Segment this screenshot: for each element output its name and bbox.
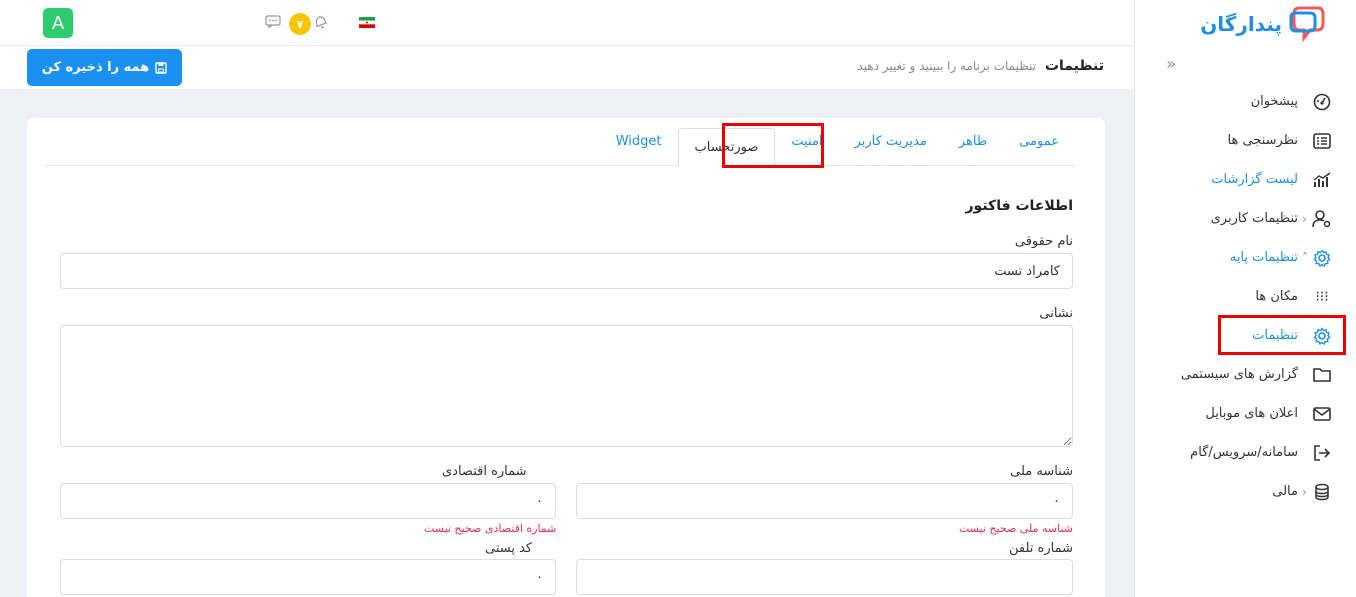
sidebar-item-base-settings[interactable]: تنظیمات پایه ˄	[1134, 238, 1356, 277]
sidebar-item-label: تنظیمات پایه	[1229, 250, 1298, 265]
tab-general[interactable]: عمومی	[1003, 118, 1075, 166]
settings-tabs: عمومی ظاهر مدیریت کاربر امنیت صورتحساب W…	[45, 118, 1075, 166]
address-label: نشانی	[1039, 306, 1073, 321]
collapse-sidebar-icon[interactable]: »	[1166, 54, 1176, 73]
mail-icon	[1312, 404, 1332, 424]
dots-icon: ⁝⁝⁝	[1315, 288, 1329, 305]
phone-label: شماره تلفن	[1009, 541, 1073, 556]
tab-widget[interactable]: Widget	[600, 118, 678, 166]
avatar[interactable]: A	[43, 8, 73, 38]
sidebar-item-mobile-notifications[interactable]: اعلان های موبایل	[1134, 394, 1356, 433]
gear-icon	[1312, 248, 1332, 268]
annotation-highlight-billing-tab	[722, 123, 824, 168]
report-chart-icon	[1312, 170, 1332, 190]
postal-code-input[interactable]	[60, 559, 556, 595]
brand-logo[interactable]: پندارگان	[1200, 4, 1326, 44]
economic-code-label: شماره اقتصادی	[442, 464, 527, 479]
sidebar-item-system-reports[interactable]: گزارش های سیستمی	[1134, 355, 1356, 394]
sidebar-item-locations[interactable]: ⁝⁝⁝ مکان ها	[1134, 277, 1356, 316]
national-id-error: شناسه ملی صحیح نیست	[958, 522, 1073, 535]
notification-count-badge[interactable]: ۷	[289, 13, 311, 35]
settings-card: عمومی ظاهر مدیریت کاربر امنیت صورتحساب W…	[27, 118, 1105, 597]
sidebar-item-label: لیست گزارشات	[1211, 172, 1298, 187]
sidebar-item-label: گزارش های سیستمی	[1180, 367, 1298, 382]
sidebar-item-label: اعلان های موبایل	[1205, 406, 1298, 421]
login-icon	[1312, 443, 1332, 463]
sidebar-item-surveys[interactable]: نظرسنجی ها	[1134, 121, 1356, 160]
legal-name-label: نام حقوقی	[1014, 234, 1073, 249]
chat-icon[interactable]	[265, 15, 281, 28]
chevron-left-icon: ‹	[1302, 484, 1307, 499]
phone-input[interactable]	[576, 559, 1073, 595]
sidebar-item-label: سامانه/سرویس/گام	[1190, 445, 1298, 460]
national-id-label: شناسه ملی	[1010, 464, 1073, 479]
top-bar: A ۷	[0, 0, 1134, 46]
sidebar-item-label: مکان ها	[1255, 289, 1298, 304]
sidebar-item-label: مالی	[1272, 484, 1298, 499]
dashboard-icon	[1312, 92, 1332, 112]
sidebar-item-label: پیشخوان	[1250, 94, 1298, 109]
brand-chat-bubble-icon	[1289, 6, 1325, 43]
brand-name: پندارگان	[1200, 12, 1282, 36]
economic-code-input[interactable]	[60, 483, 556, 519]
economic-code-error: شماره اقتصادی صحیح نیست	[424, 522, 557, 535]
folder-icon	[1312, 365, 1332, 385]
sidebar-item-label: نظرسنجی ها	[1227, 133, 1298, 148]
invoice-info-title: اطلاعات فاکتور	[965, 198, 1074, 214]
postal-code-label: کد پستی	[485, 541, 533, 556]
save-all-label: همه را ذخیره کن	[41, 60, 150, 75]
page-header: تنظیمات تنظیمات برنامه را ببینید و تغییر…	[0, 46, 1134, 89]
sidebar-menu: پیشخوان نظرسنجی ها لیست گزارشات تنظیمات …	[1134, 82, 1356, 511]
page-subtitle: تنظیمات برنامه را ببینید و تغییر دهید	[857, 59, 1036, 73]
tab-appearance[interactable]: ظاهر	[943, 118, 1003, 166]
address-textarea[interactable]	[60, 325, 1073, 447]
sidebar-item-user-settings[interactable]: تنظیمات کاربری ‹	[1134, 199, 1356, 238]
user-settings-icon	[1312, 209, 1332, 229]
coins-icon	[1312, 482, 1332, 502]
save-all-button[interactable]: همه را ذخیره کن	[27, 49, 182, 86]
annotation-highlight-settings	[1218, 315, 1346, 355]
national-id-input[interactable]	[576, 483, 1073, 519]
legal-name-input[interactable]	[60, 253, 1073, 289]
sidebar: پندارگان » پیشخوان نظرسنجی ها لیست گزارش…	[1134, 0, 1356, 597]
sidebar-item-label: تنظیمات کاربری	[1210, 211, 1298, 226]
survey-list-icon	[1312, 131, 1332, 151]
tab-user-management[interactable]: مدیریت کاربر	[839, 118, 943, 166]
iran-flag-icon[interactable]	[359, 17, 375, 28]
page-title: تنظیمات	[1044, 58, 1104, 74]
chevron-up-icon: ˄	[1302, 250, 1308, 265]
chevron-left-icon: ‹	[1302, 211, 1307, 226]
sidebar-item-services[interactable]: سامانه/سرویس/گام	[1134, 433, 1356, 472]
sidebar-item-reports[interactable]: لیست گزارشات	[1134, 160, 1356, 199]
sidebar-item-dashboard[interactable]: پیشخوان	[1134, 82, 1356, 121]
sidebar-item-finance[interactable]: مالی ‹	[1134, 472, 1356, 511]
save-icon	[155, 61, 167, 74]
bell-icon[interactable]	[312, 14, 328, 30]
